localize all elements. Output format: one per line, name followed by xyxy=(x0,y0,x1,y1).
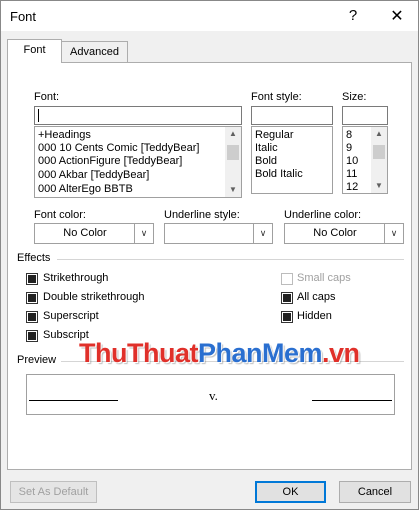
watermark-part3: .vn xyxy=(322,338,360,368)
font-label: Font: xyxy=(34,91,60,103)
preview-box: v. xyxy=(26,374,395,415)
effects-title: Effects xyxy=(17,252,51,264)
double-strikethrough-label[interactable]: Double strikethrough xyxy=(43,291,145,303)
font-dialog: Font ? ✕ Advanced Font Font: +Headings 0… xyxy=(0,0,419,510)
chevron-down-icon[interactable]: ∨ xyxy=(384,224,403,243)
font-list-scrollbar[interactable]: ▲ ▼ xyxy=(225,127,241,197)
font-style-label: Font style: xyxy=(251,91,302,103)
scroll-up-icon[interactable]: ▲ xyxy=(371,127,387,141)
font-color-label: Font color: xyxy=(34,209,86,221)
font-color-value: No Color xyxy=(63,227,107,239)
all-caps-label[interactable]: All caps xyxy=(297,291,336,303)
underline-style-dropdown[interactable]: ∨ xyxy=(164,223,273,244)
list-item[interactable]: 000 AlterEgo BBTB xyxy=(38,183,133,195)
font-style-input[interactable] xyxy=(251,106,333,125)
all-caps-checkbox[interactable] xyxy=(281,292,293,304)
list-item[interactable]: 12 xyxy=(346,181,358,193)
list-item[interactable]: 000 10 Cents Comic [TeddyBear] xyxy=(38,142,199,154)
subscript-checkbox[interactable] xyxy=(26,330,38,342)
scroll-down-icon[interactable]: ▼ xyxy=(371,179,387,193)
ok-button[interactable]: OK xyxy=(255,481,326,503)
list-item[interactable]: 000 ActionFigure [TeddyBear] xyxy=(38,155,182,167)
hidden-checkbox[interactable] xyxy=(281,311,293,323)
scroll-thumb[interactable] xyxy=(227,145,239,160)
list-item[interactable]: 9 xyxy=(346,142,352,154)
help-icon[interactable]: ? xyxy=(345,7,361,24)
double-strikethrough-checkbox[interactable] xyxy=(26,292,38,304)
chevron-down-icon[interactable]: ∨ xyxy=(253,224,272,243)
underline-style-label: Underline style: xyxy=(164,209,240,221)
tab-font-label: Font xyxy=(23,44,46,56)
watermark-part1: ThuThuat xyxy=(79,338,198,368)
underline-color-dropdown[interactable]: No Color ∨ xyxy=(284,223,404,244)
window-title: Font xyxy=(10,9,37,24)
list-item[interactable]: Bold Italic xyxy=(255,168,303,180)
watermark-logo: ThuThuatPhanMem.vn xyxy=(79,338,360,369)
font-input[interactable] xyxy=(34,106,242,125)
hidden-label[interactable]: Hidden xyxy=(297,310,332,322)
tab-advanced[interactable]: Advanced xyxy=(62,41,128,63)
close-icon[interactable]: ✕ xyxy=(389,6,405,26)
cancel-button[interactable]: Cancel xyxy=(339,481,411,503)
underline-color-value: No Color xyxy=(313,227,357,239)
list-item[interactable]: 8 xyxy=(346,129,352,141)
list-item[interactable]: Regular xyxy=(255,129,294,141)
size-list[interactable]: 8 9 10 11 12 ▲ ▼ xyxy=(342,126,388,194)
scroll-up-icon[interactable]: ▲ xyxy=(225,127,241,141)
strikethrough-checkbox[interactable] xyxy=(26,273,38,285)
list-item[interactable]: Bold xyxy=(255,155,277,167)
list-item[interactable]: 11 xyxy=(346,168,357,180)
scroll-thumb[interactable] xyxy=(373,145,385,159)
superscript-checkbox[interactable] xyxy=(26,311,38,323)
preview-baseline-left xyxy=(29,400,118,401)
underline-color-label: Underline color: xyxy=(284,209,362,221)
text-caret xyxy=(38,109,39,122)
tab-font[interactable]: Font xyxy=(7,39,62,63)
font-color-dropdown[interactable]: No Color ∨ xyxy=(34,223,154,244)
font-style-list[interactable]: Regular Italic Bold Bold Italic xyxy=(251,126,333,194)
list-item[interactable]: Italic xyxy=(255,142,278,154)
tab-advanced-label: Advanced xyxy=(70,46,119,58)
superscript-label[interactable]: Superscript xyxy=(43,310,99,322)
chevron-down-icon[interactable]: ∨ xyxy=(134,224,153,243)
effects-divider xyxy=(57,259,404,260)
size-label: Size: xyxy=(342,91,367,103)
list-item[interactable]: 10 xyxy=(346,155,358,167)
small-caps-checkbox xyxy=(281,273,293,285)
size-input[interactable] xyxy=(342,106,388,125)
preview-title: Preview xyxy=(17,354,57,366)
scroll-down-icon[interactable]: ▼ xyxy=(225,183,241,197)
title-bar: Font ? ✕ xyxy=(1,1,418,31)
set-as-default-button[interactable]: Set As Default xyxy=(10,481,97,503)
preview-sample-text: v. xyxy=(209,388,218,403)
list-item[interactable]: +Headings xyxy=(38,129,91,141)
list-item[interactable]: 000 Akbar [TeddyBear] xyxy=(38,169,149,181)
font-list[interactable]: +Headings 000 10 Cents Comic [TeddyBear]… xyxy=(34,126,242,198)
small-caps-label: Small caps xyxy=(297,272,351,284)
watermark-part2: PhanMem xyxy=(197,338,323,368)
size-list-scrollbar[interactable]: ▲ ▼ xyxy=(371,127,387,193)
preview-baseline-right xyxy=(312,400,392,401)
strikethrough-label[interactable]: Strikethrough xyxy=(43,272,108,284)
